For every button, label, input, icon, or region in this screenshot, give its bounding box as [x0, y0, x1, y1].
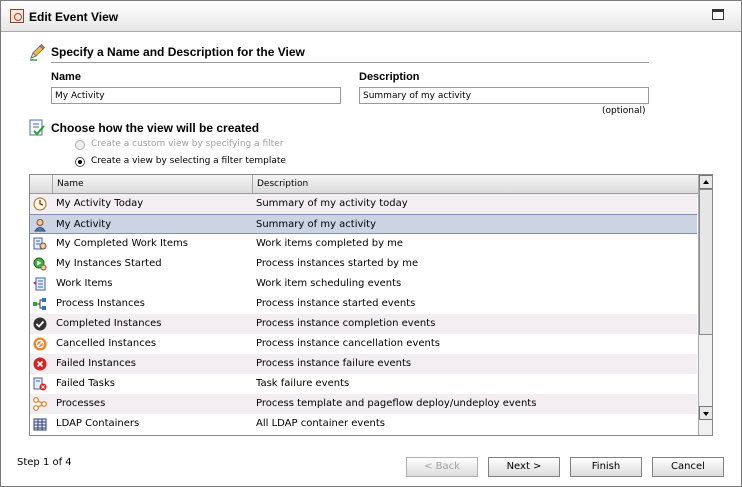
- row-description: Task failure events: [256, 378, 350, 389]
- failed-tasks-icon: [33, 377, 47, 391]
- processes-icon: [33, 397, 47, 411]
- completed-work-items-icon: [33, 237, 47, 250]
- row-name: My Activity: [56, 219, 112, 230]
- table-row[interactable]: Process Instances Process instance start…: [30, 294, 697, 314]
- template-view-radio[interactable]: [75, 157, 85, 167]
- icon-column-header: [30, 175, 53, 193]
- section-divider: [51, 62, 649, 63]
- app-icon: [10, 9, 24, 23]
- row-description: Summary of my activity: [256, 219, 377, 230]
- description-input[interactable]: Summary of my activity: [359, 87, 649, 104]
- maximize-button[interactable]: [712, 9, 724, 20]
- row-name: LDAP Containers: [56, 418, 140, 429]
- table-row[interactable]: LDAP Containers All LDAP container event…: [30, 414, 697, 434]
- table-row[interactable]: Failed Instances Process instance failur…: [30, 354, 697, 374]
- table-row[interactable]: Completed Instances Process instance com…: [30, 314, 697, 334]
- description-column-header[interactable]: Description: [253, 175, 699, 193]
- row-name: Process Instances: [56, 298, 145, 309]
- custom-view-radio: [75, 140, 85, 150]
- row-description: Work item scheduling events: [256, 278, 402, 289]
- row-description: Process instances started by me: [256, 258, 419, 269]
- clock-icon: [33, 197, 47, 211]
- row-description: Process instance started events: [256, 298, 416, 309]
- row-name: Work Items: [56, 278, 113, 289]
- optional-hint: (optional): [602, 106, 646, 116]
- template-view-option-label: Create a view by selecting a filter temp…: [91, 156, 286, 166]
- row-name: Failed Tasks: [56, 378, 115, 389]
- row-name: Cancelled Instances: [56, 338, 157, 349]
- edit-event-view-dialog: Edit Event View Specify a Name and Descr…: [0, 0, 742, 487]
- title-bar: Edit Event View: [1, 1, 741, 32]
- checklist-icon: [29, 119, 45, 136]
- pencil-icon: [30, 43, 46, 61]
- description-label: Description: [359, 71, 420, 83]
- step-indicator: Step 1 of 4: [17, 457, 72, 468]
- name-column-header[interactable]: Name: [53, 175, 253, 193]
- row-description: Process template and pageflow deploy/und…: [256, 398, 537, 409]
- finish-button[interactable]: Finish: [570, 457, 642, 477]
- row-name: My Activity Today: [56, 198, 144, 209]
- back-button[interactable]: < Back: [406, 457, 478, 477]
- scroll-up-button[interactable]: [699, 175, 712, 189]
- filter-template-table: Name Description My Activity Today Summa…: [29, 174, 713, 436]
- table-row[interactable]: My Completed Work Items Work items compl…: [30, 234, 697, 254]
- row-description: Summary of my activity today: [256, 198, 408, 209]
- table-row[interactable]: My Instances Started Process instances s…: [30, 254, 697, 274]
- table-scrollbar[interactable]: [698, 175, 712, 435]
- row-name: Completed Instances: [56, 318, 162, 329]
- table-row[interactable]: Cancelled Instances Process instance can…: [30, 334, 697, 354]
- scroll-down-button[interactable]: [699, 406, 712, 420]
- table-header: Name Description: [30, 175, 699, 194]
- work-items-icon: [33, 277, 46, 291]
- row-description: All LDAP container events: [256, 418, 385, 429]
- row-description: Work items completed by me: [256, 238, 404, 249]
- custom-view-option-label: Create a custom view by specifying a fil…: [91, 139, 284, 149]
- user-icon: [34, 219, 46, 232]
- row-description: Process instance failure events: [256, 358, 412, 369]
- table-row[interactable]: Failed Tasks Task failure events: [30, 374, 697, 394]
- row-name: My Instances Started: [56, 258, 162, 269]
- table-row-selected[interactable]: My Activity Summary of my activity: [30, 214, 697, 234]
- scroll-thumb[interactable]: [699, 189, 712, 335]
- name-section-title: Specify a Name and Description for the V…: [51, 45, 305, 59]
- next-button[interactable]: Next >: [488, 457, 560, 477]
- instances-started-icon: [33, 257, 47, 271]
- check-circle-icon: [33, 317, 47, 331]
- cancel-button[interactable]: Cancel: [652, 457, 724, 477]
- window-title: Edit Event View: [29, 10, 119, 24]
- ldap-containers-icon: [33, 418, 47, 431]
- row-description: Process instance completion events: [256, 318, 436, 329]
- row-name: My Completed Work Items: [56, 238, 188, 249]
- error-x-icon: [33, 357, 47, 371]
- process-instances-icon: [33, 298, 46, 310]
- row-description: Process instance cancellation events: [256, 338, 440, 349]
- table-row[interactable]: My Activity Today Summary of my activity…: [30, 194, 697, 214]
- creation-section-title: Choose how the view will be created: [51, 121, 260, 135]
- name-label: Name: [51, 71, 81, 83]
- table-row[interactable]: Work Items Work item scheduling events: [30, 274, 697, 294]
- row-name: Failed Instances: [56, 358, 136, 369]
- row-name: Processes: [56, 398, 106, 409]
- cancel-circle-icon: [33, 337, 47, 351]
- name-input[interactable]: My Activity: [51, 87, 341, 104]
- table-row[interactable]: Processes Process template and pageflow …: [30, 394, 697, 414]
